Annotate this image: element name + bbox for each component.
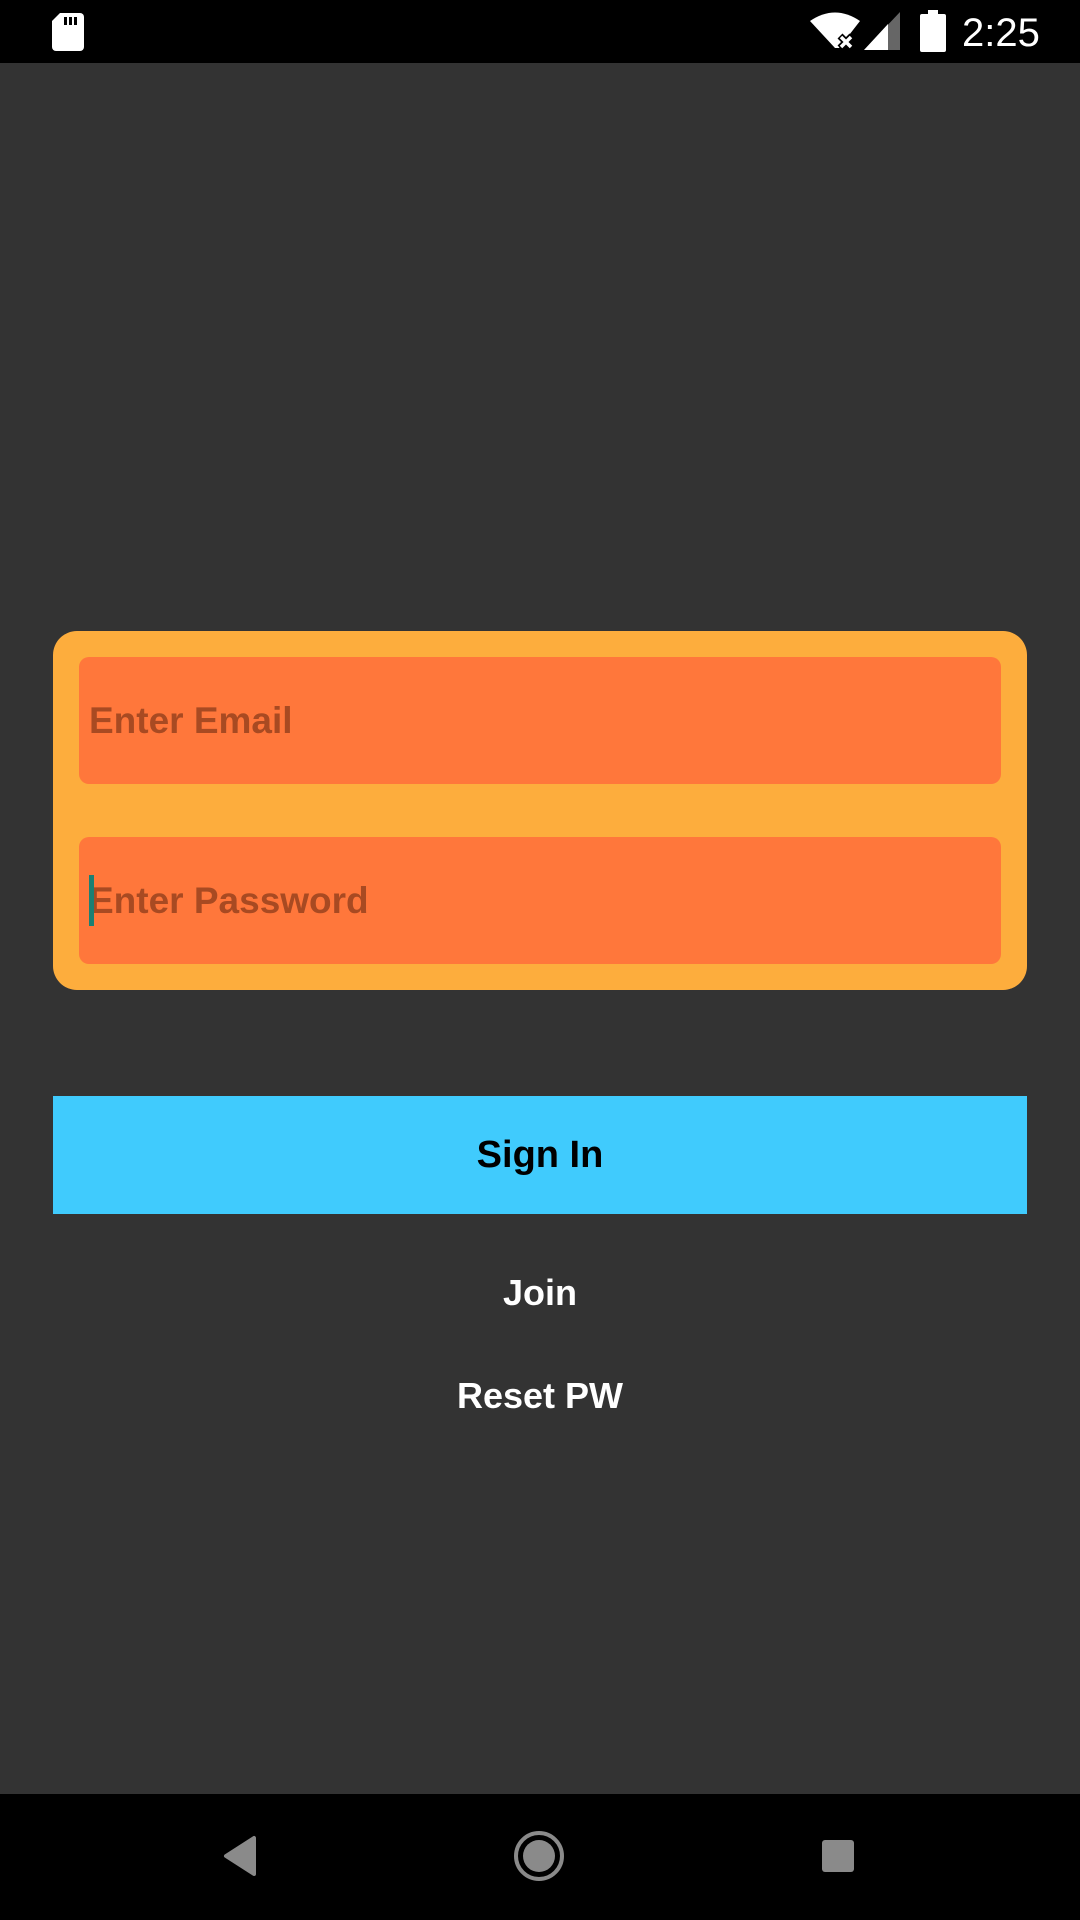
recents-icon[interactable]	[820, 1838, 856, 1874]
email-field-container	[79, 657, 1001, 784]
sign-in-button[interactable]: Sign In	[53, 1096, 1027, 1214]
join-button[interactable]: Join	[340, 1258, 740, 1328]
back-icon[interactable]	[222, 1834, 258, 1878]
status-bar: 2:25	[0, 0, 1080, 63]
home-icon[interactable]	[513, 1830, 565, 1882]
password-field-container	[79, 837, 1001, 964]
text-cursor	[89, 875, 94, 926]
sd-card-icon	[52, 13, 84, 51]
login-card	[53, 631, 1027, 990]
login-screen: 2:25 Sign In Join Reset PW	[0, 0, 1080, 1920]
status-time: 2:25	[962, 11, 1040, 55]
email-input[interactable]	[79, 657, 1001, 784]
signal-icon	[864, 12, 900, 50]
navigation-bar	[0, 1794, 1080, 1920]
password-input[interactable]	[79, 837, 1001, 964]
wifi-off-icon	[810, 12, 860, 50]
reset-password-button[interactable]: Reset PW	[340, 1361, 740, 1431]
battery-icon	[920, 10, 946, 52]
